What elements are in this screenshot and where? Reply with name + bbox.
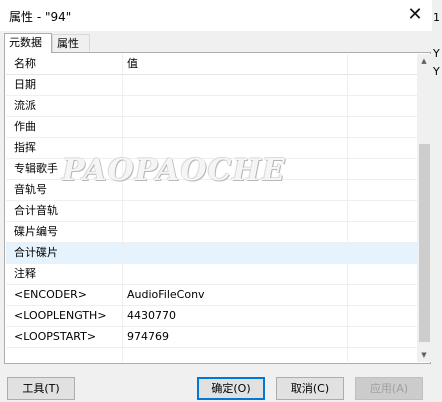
row-value [127,75,347,95]
row-value: 4430770 [127,309,176,322]
row-value [127,201,347,221]
row-value [127,138,347,158]
tab-panel: 名称 值 日期 流派 作曲 指挥 专辑歌手 音轨号 合计音轨 碟片编号 合计碟片… [4,52,431,364]
row-name: 合计碟片 [14,246,58,259]
table-row[interactable]: 音轨号 [6,180,417,201]
row-value [127,243,347,263]
apply-button[interactable]: 应用(A) [355,377,423,400]
table-row[interactable]: <ENCODER> AudioFileConv [6,285,417,306]
table-row-selected[interactable]: 合计碟片 [6,243,417,264]
tab-metadata[interactable]: 元数据 [4,33,52,53]
row-value [127,96,347,116]
row-name: 音轨号 [14,183,47,196]
row-name: 作曲 [14,120,36,133]
close-icon[interactable]: ✕ [403,4,427,26]
row-value [127,180,347,200]
window-title: 属性 - "94" [9,10,72,24]
table-row[interactable]: <LOOPLENGTH> 4430770 [6,306,417,327]
row-name: 专辑歌手 [14,162,58,175]
row-name: <ENCODER> [14,288,88,301]
scroll-thumb[interactable] [419,144,430,342]
vertical-scrollbar[interactable]: ▲ ▼ [417,54,431,362]
row-value [127,222,347,242]
column-header-name[interactable]: 名称 [14,54,120,74]
row-name: 流派 [14,99,36,112]
row-name: 合计音轨 [14,204,58,217]
table-row[interactable]: <LOOPSTART> 974769 [6,327,417,348]
strip-char: Y [433,65,440,78]
row-name: <LOOPLENGTH> [14,309,107,322]
table-row[interactable]: 合计音轨 [6,201,417,222]
column-divider [347,54,348,362]
column-header-value[interactable]: 值 [127,54,347,74]
column-divider [122,54,123,362]
table-row[interactable]: 作曲 [6,117,417,138]
row-value [127,117,347,137]
background-window-strip: 1 Y Y [432,0,442,402]
ok-button[interactable]: 确定(O) [197,377,265,400]
row-name: 碟片编号 [14,225,58,238]
row-value: AudioFileConv [127,288,205,301]
metadata-list: 名称 值 日期 流派 作曲 指挥 专辑歌手 音轨号 合计音轨 碟片编号 合计碟片… [6,54,417,362]
row-name: 指挥 [14,141,36,154]
tools-button[interactable]: 工具(T) [7,377,75,400]
row-name: <LOOPSTART> [14,330,97,343]
row-value: 974769 [127,330,169,343]
tab-properties[interactable]: 属性 [52,34,90,52]
title-bar: 属性 - "94" ✕ [0,0,442,31]
table-row[interactable]: 注释 [6,264,417,285]
table-row[interactable]: 碟片编号 [6,222,417,243]
table-row[interactable]: 流派 [6,96,417,117]
table-row[interactable]: 指挥 [6,138,417,159]
cancel-button[interactable]: 取消(C) [276,377,344,400]
row-name: 注释 [14,267,36,280]
scroll-down-icon[interactable]: ▼ [417,348,431,362]
row-value [127,159,347,179]
list-header: 名称 值 [6,54,417,75]
table-row[interactable]: 专辑歌手 [6,159,417,180]
table-row[interactable]: 日期 [6,75,417,96]
strip-char: 1 [433,11,440,24]
dialog-body: 元数据 属性 名称 值 日期 流派 作曲 指挥 专辑歌手 音轨号 合计音轨 碟片… [0,31,432,402]
scroll-up-icon[interactable]: ▲ [417,54,431,68]
row-value [127,264,347,284]
strip-char: Y [433,47,440,60]
row-name: 日期 [14,78,36,91]
